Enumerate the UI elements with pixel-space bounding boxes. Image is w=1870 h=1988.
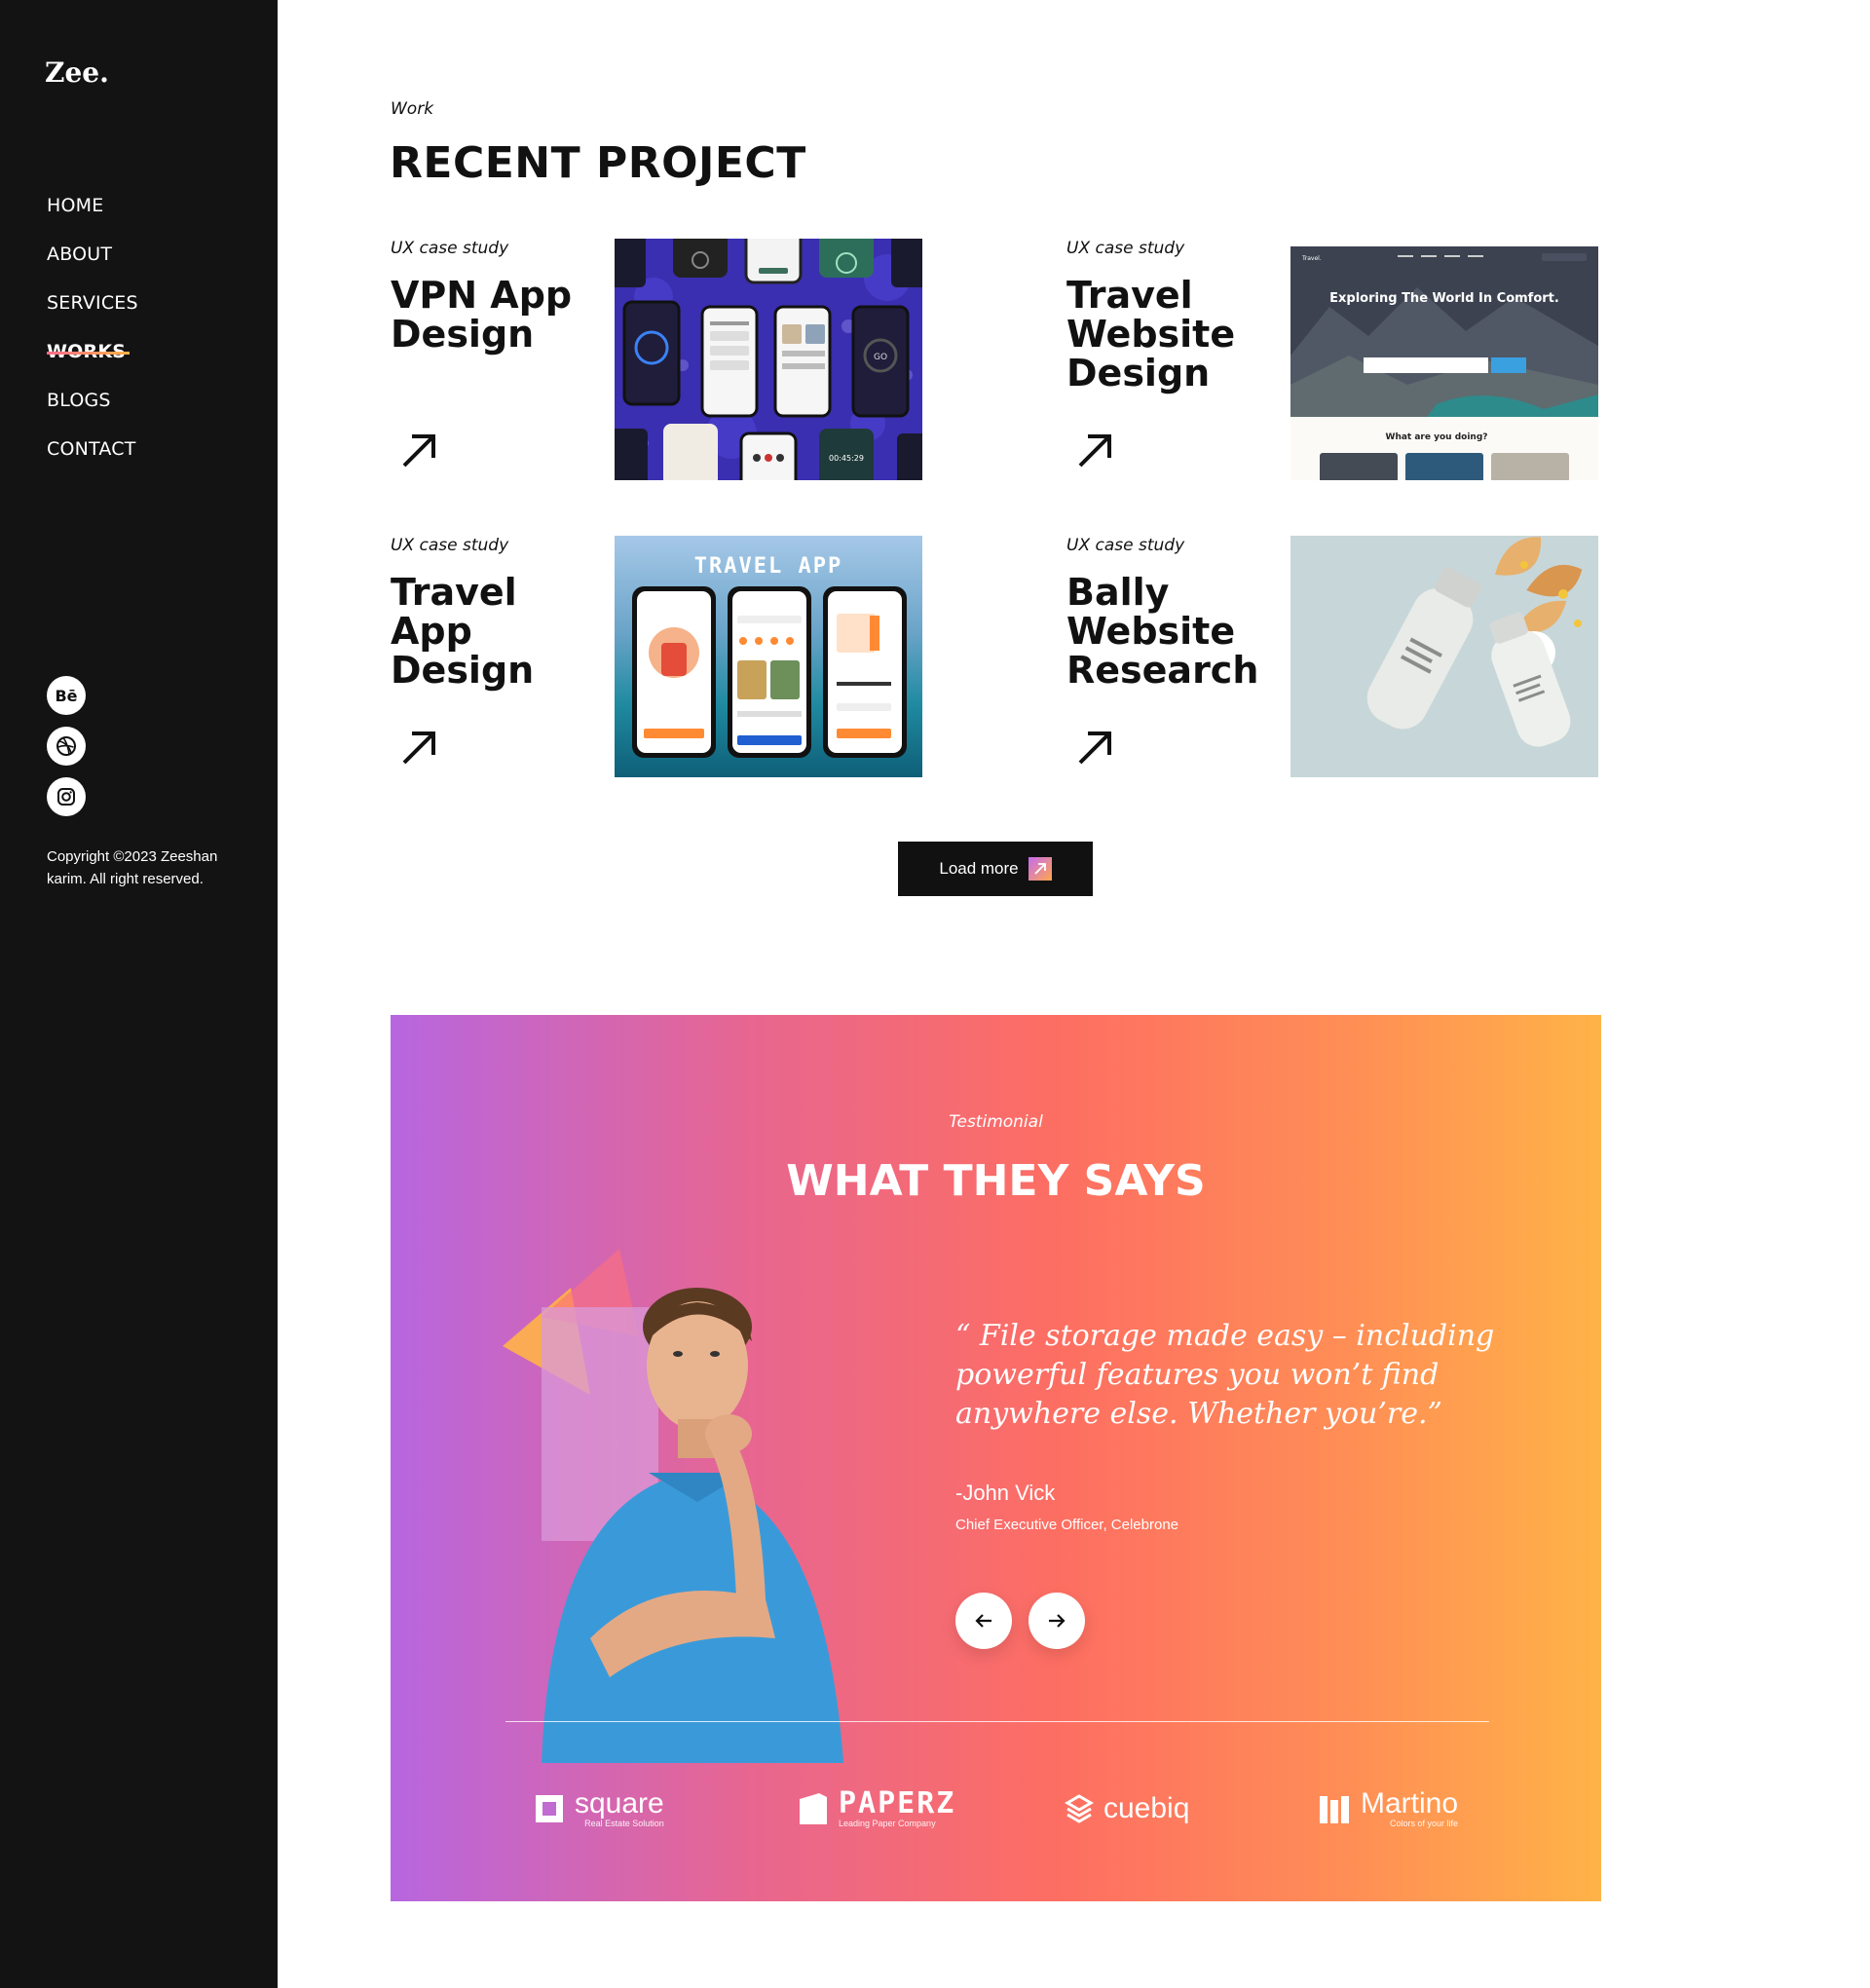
- project-kicker: UX case study: [1066, 239, 1185, 258]
- nav-item-works[interactable]: WORKS: [47, 337, 138, 386]
- divider: [505, 1721, 1489, 1722]
- martino-logo-icon: [1320, 1796, 1349, 1823]
- work-eyebrow: Work: [391, 99, 434, 119]
- paperz-logo-icon: [800, 1793, 827, 1824]
- brand-name: square: [575, 1787, 664, 1819]
- instagram-icon[interactable]: [47, 777, 86, 816]
- nav-label[interactable]: CONTACT: [47, 434, 138, 483]
- main-nav: HOME ABOUT SERVICES WORKS BLOGS CONTACT: [47, 191, 138, 483]
- nav-item-blogs[interactable]: BLOGS: [47, 386, 138, 434]
- testimonial-heading: WHAT THEY SAYS: [786, 1156, 1206, 1206]
- arrow-up-right-icon: [1028, 857, 1052, 881]
- thumb-subheading: What are you doing?: [1386, 432, 1488, 442]
- behance-icon[interactable]: Bē: [47, 676, 86, 715]
- cuebiq-logo-icon: [1065, 1794, 1094, 1823]
- project-title[interactable]: Travel App Design: [391, 573, 595, 690]
- project-kicker: UX case study: [1066, 536, 1185, 555]
- nav-item-about[interactable]: ABOUT: [47, 240, 138, 288]
- project-kicker: UX case study: [391, 536, 509, 555]
- project-title[interactable]: VPN App Design: [391, 276, 595, 354]
- arrow-up-right-icon[interactable]: [1074, 429, 1117, 471]
- brand-name: cuebiq: [1103, 1792, 1190, 1824]
- arrow-up-right-icon[interactable]: [1074, 726, 1117, 769]
- nav-label[interactable]: BLOGS: [47, 386, 138, 434]
- travel-app-thumbnail[interactable]: TRAVEL APP: [615, 536, 922, 777]
- load-more-button[interactable]: Load more: [898, 842, 1093, 896]
- nav-label[interactable]: HOME: [47, 191, 138, 240]
- instagram-glyph: [57, 788, 75, 806]
- thumb-logo: Travel.: [1301, 255, 1322, 262]
- person-photo: [503, 1249, 843, 1763]
- brand-martino: Martino Colors of your life: [1318, 1786, 1458, 1831]
- brand-tagline: Colors of your life: [1390, 1819, 1459, 1828]
- brand-tagline: Real Estate Solution: [584, 1819, 664, 1828]
- testimonial-section: Testimonial WHAT THEY SAYS “ File storag…: [391, 1015, 1601, 1901]
- brand-square: square Real Estate Solution: [534, 1786, 664, 1831]
- load-more-label: Load more: [939, 859, 1019, 878]
- nav-item-contact[interactable]: CONTACT: [47, 434, 138, 483]
- brand-name: Martino: [1361, 1787, 1459, 1819]
- nav-label-active[interactable]: WORKS: [47, 337, 131, 386]
- nav-label[interactable]: SERVICES: [47, 288, 138, 337]
- svg-text:GO: GO: [874, 353, 887, 362]
- svg-text:00:45:29: 00:45:29: [829, 454, 864, 463]
- nav-item-home[interactable]: HOME: [47, 191, 138, 240]
- behance-label: Bē: [55, 686, 78, 705]
- testimonial-quote: “ File storage made easy – including pow…: [955, 1319, 1495, 1431]
- dribbble-glyph: [56, 736, 76, 756]
- testimonial-role: Chief Executive Officer, Celebrone: [955, 1517, 1179, 1533]
- bottle-product-thumbnail[interactable]: [1290, 536, 1598, 777]
- brand-cuebiq: cuebiq: [1065, 1786, 1189, 1831]
- work-heading: RECENT PROJECT: [390, 138, 806, 188]
- brand-paperz: PAPERZ Leading Paper Company: [798, 1786, 955, 1831]
- prev-button[interactable]: [955, 1593, 1012, 1649]
- logo[interactable]: Zee.: [45, 56, 109, 89]
- brand-tagline: Leading Paper Company: [839, 1819, 936, 1828]
- project-title[interactable]: Travel Website Design: [1066, 276, 1271, 393]
- testimonial-author: -John Vick: [955, 1481, 1056, 1505]
- project-kicker: UX case study: [391, 239, 509, 258]
- vpn-app-thumbnail[interactable]: GO 00:45:29: [615, 239, 922, 480]
- project-card[interactable]: UX case study Bally Website Research: [1066, 536, 1670, 779]
- project-card[interactable]: UX case study Travel Website Design Trav…: [1066, 239, 1670, 482]
- arrow-right-icon: [1049, 1614, 1066, 1628]
- square-logo-icon: [536, 1795, 563, 1822]
- copyright: Copyright ©2023 Zeeshan karim. All right…: [47, 848, 218, 887]
- social-links: Bē: [47, 676, 86, 828]
- project-card[interactable]: UX case study VPN App Design GO 00:45:29: [391, 239, 994, 482]
- testimonial-eyebrow: Testimonial: [949, 1112, 1043, 1132]
- arrow-up-right-icon[interactable]: [398, 726, 441, 769]
- next-button[interactable]: [1028, 1593, 1085, 1649]
- arrow-up-right-icon[interactable]: [398, 429, 441, 471]
- nav-item-services[interactable]: SERVICES: [47, 288, 138, 337]
- arrow-left-icon: [975, 1614, 991, 1628]
- thumb-headline: TRAVEL APP: [694, 554, 842, 579]
- project-card[interactable]: UX case study Travel App Design TRAVEL A…: [391, 536, 994, 779]
- travel-website-thumbnail[interactable]: Travel. Exploring The World In Comfort. …: [1290, 239, 1598, 480]
- sidebar: Zee. HOME ABOUT SERVICES WORKS BLOGS CON…: [0, 0, 278, 1988]
- thumb-headline: Exploring The World In Comfort.: [1329, 291, 1559, 306]
- nav-label[interactable]: ABOUT: [47, 240, 138, 288]
- project-title[interactable]: Bally Website Research: [1066, 573, 1290, 690]
- brand-name: PAPERZ: [839, 1786, 956, 1820]
- dribbble-icon[interactable]: [47, 727, 86, 766]
